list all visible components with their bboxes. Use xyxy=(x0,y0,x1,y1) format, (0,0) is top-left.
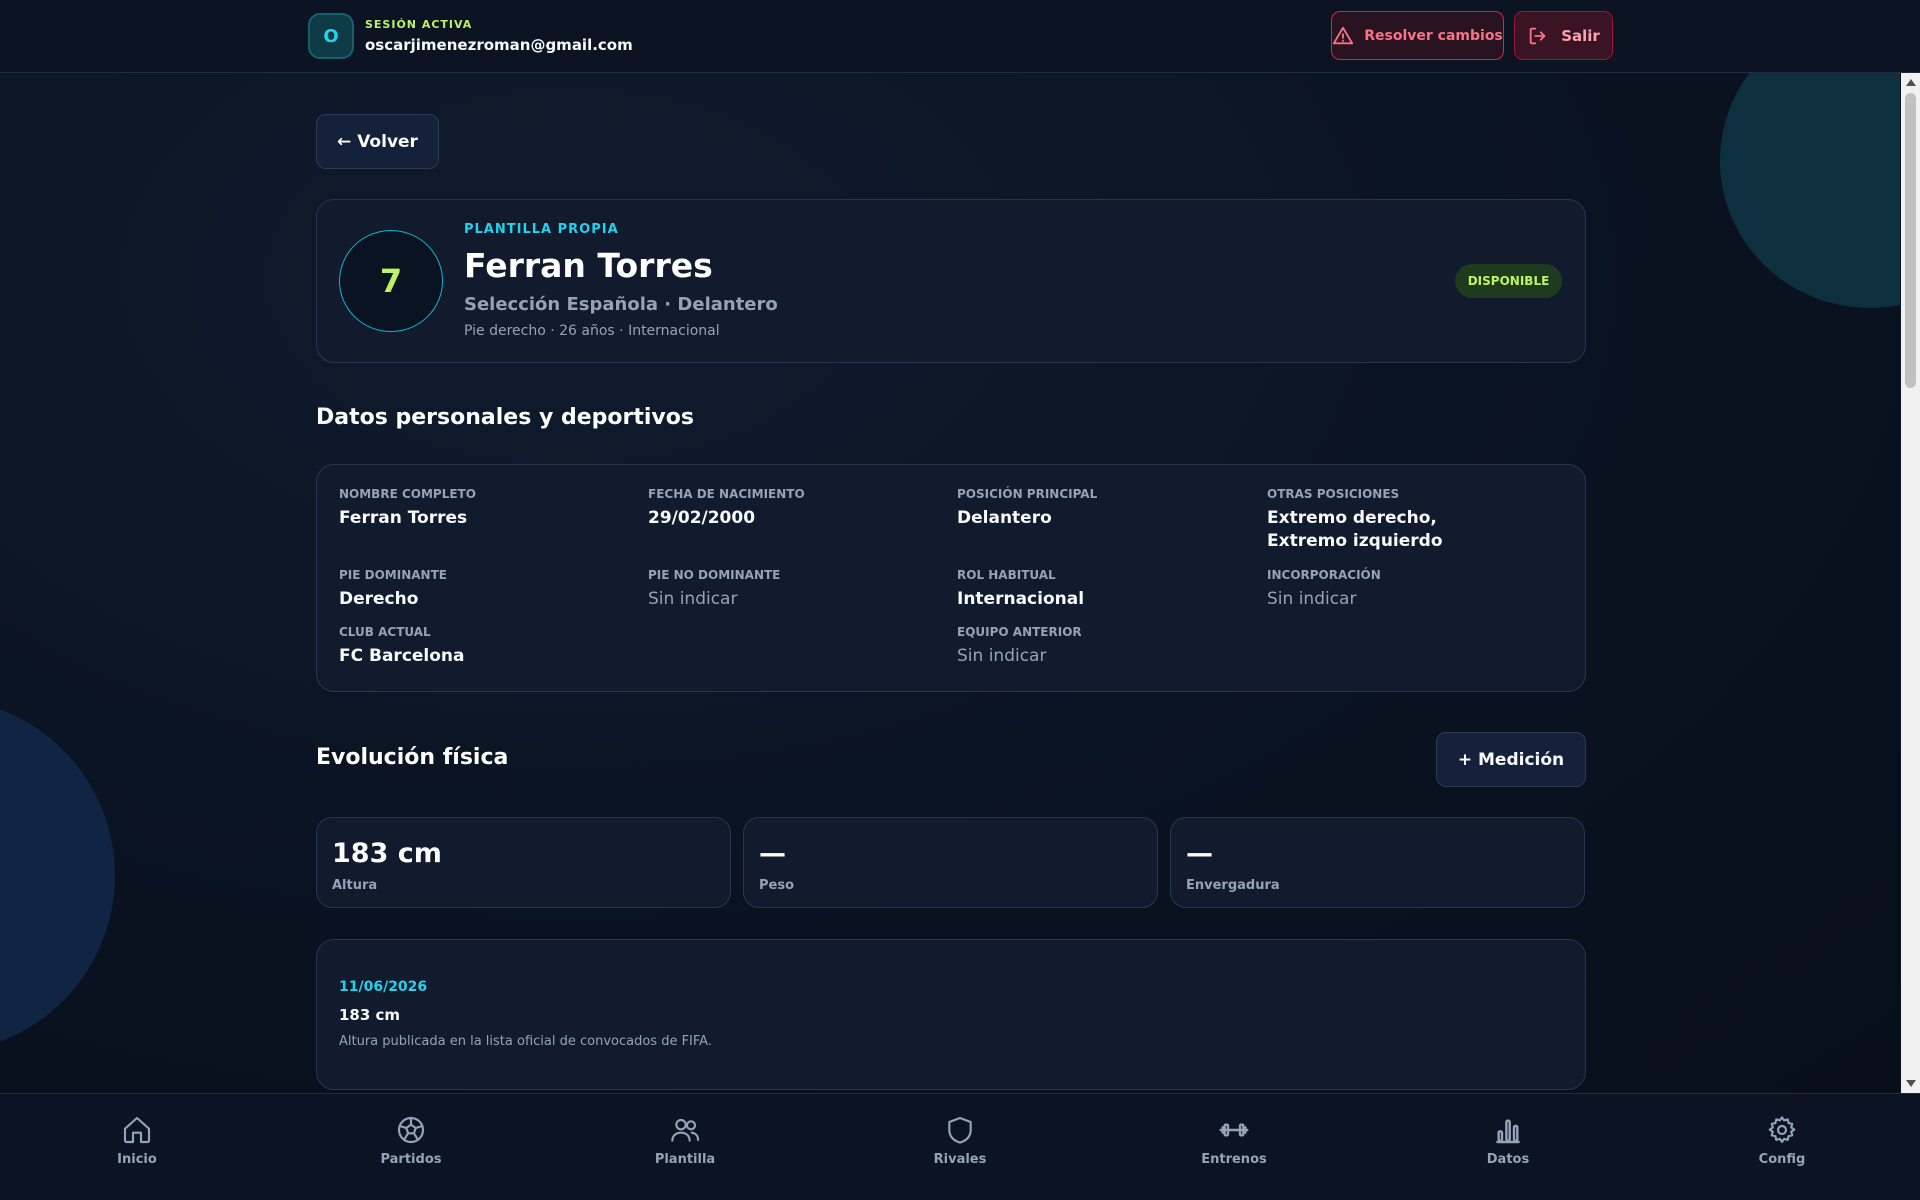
player-subtitle: Selección Española · Delantero xyxy=(464,294,778,315)
measurement-date: 11/06/2026 xyxy=(339,979,428,995)
section-title-physical: Evolución física xyxy=(316,745,509,770)
measurement-value: 183 cm xyxy=(339,1006,401,1024)
section-title-personal: Datos personales y deportivos xyxy=(316,405,694,430)
scroll-thumb[interactable] xyxy=(1905,93,1916,388)
field-label-birth-date: FECHA DE NACIMIENTO xyxy=(648,487,805,501)
metric-value: 183 cm xyxy=(332,838,442,869)
nav-label: Inicio xyxy=(117,1152,157,1167)
field-label-previous-team: EQUIPO ANTERIOR xyxy=(957,625,1082,639)
soccer-ball-icon xyxy=(397,1116,425,1144)
logout-icon xyxy=(1529,27,1546,44)
resolve-changes-button[interactable]: Resolver cambios xyxy=(1331,11,1504,60)
add-measurement-button[interactable]: + Medición xyxy=(1436,732,1586,787)
gear-icon xyxy=(1768,1116,1796,1143)
avatar[interactable]: O xyxy=(308,13,354,59)
field-value-main-position: Delantero xyxy=(957,508,1052,528)
bar-chart-icon xyxy=(1496,1119,1520,1144)
field-label-non-dominant-foot: PIE NO DOMINANTE xyxy=(648,568,781,582)
nav-label: Partidos xyxy=(380,1152,442,1167)
player-number: 7 xyxy=(339,230,443,332)
field-label-full-name: NOMBRE COMPLETO xyxy=(339,487,476,501)
field-label-incorporation: INCORPORACIÓN xyxy=(1267,568,1381,582)
scroll-up-arrow-icon[interactable] xyxy=(1906,79,1916,86)
users-icon xyxy=(671,1118,700,1142)
metric-value: — xyxy=(759,838,786,869)
metric-label: Envergadura xyxy=(1186,878,1280,893)
nav-item-entrenos[interactable]: Entrenos xyxy=(1164,1114,1304,1184)
player-meta: Pie derecho · 26 años · Internacional xyxy=(464,323,720,339)
metric-label: Peso xyxy=(759,878,795,893)
field-label-other-positions: OTRAS POSICIONES xyxy=(1267,487,1400,501)
field-label-dominant-foot: PIE DOMINANTE xyxy=(339,568,447,582)
scrollbar[interactable] xyxy=(1901,73,1920,1093)
nav-item-inicio[interactable]: Inicio xyxy=(67,1114,207,1184)
back-button[interactable]: ← Volver xyxy=(316,114,439,169)
player-name: Ferran Torres xyxy=(464,246,713,285)
top-bar: O SESIÓN ACTIVA oscarjimenezroman@gmail.… xyxy=(0,0,1920,73)
logout-label: Salir xyxy=(1561,26,1600,45)
decorative-circle xyxy=(1720,73,1900,308)
field-value-previous-team: Sin indicar xyxy=(957,646,1047,666)
field-value-usual-role: Internacional xyxy=(957,589,1085,609)
personal-data-card: NOMBRE COMPLETO Ferran Torres FECHA DE N… xyxy=(316,464,1586,692)
field-value-current-club: FC Barcelona xyxy=(339,646,465,666)
field-value-birth-date: 29/02/2000 xyxy=(648,508,756,528)
session-email: oscarjimenezroman@gmail.com xyxy=(365,36,633,54)
nav-label: Datos xyxy=(1486,1152,1530,1167)
nav-label: Plantilla xyxy=(654,1152,716,1167)
dumbbell-icon xyxy=(1219,1123,1249,1137)
squad-label: PLANTILLA PROPIA xyxy=(464,222,619,237)
nav-label: Entrenos xyxy=(1201,1152,1267,1167)
metric-card-weight: — Peso xyxy=(743,817,1158,908)
logout-button[interactable]: Salir xyxy=(1514,11,1613,60)
nav-item-partidos[interactable]: Partidos xyxy=(341,1114,481,1184)
nav-label: Rivales xyxy=(933,1152,987,1167)
warning-icon xyxy=(1333,26,1354,44)
nav-item-rivales[interactable]: Rivales xyxy=(890,1114,1030,1184)
field-value-full-name: Ferran Torres xyxy=(339,508,468,528)
metric-card-height: 183 cm Altura xyxy=(316,817,731,908)
measurement-note: Altura publicada en la lista oficial de … xyxy=(339,1034,712,1049)
field-label-main-position: POSICIÓN PRINCIPAL xyxy=(957,487,1098,501)
status-badge: DISPONIBLE xyxy=(1455,264,1562,298)
metric-card-wingspan: — Envergadura xyxy=(1170,817,1585,908)
field-value-incorporation: Sin indicar xyxy=(1267,589,1357,609)
metric-label: Altura xyxy=(332,878,378,893)
shield-icon xyxy=(948,1116,972,1144)
session-label: SESIÓN ACTIVA xyxy=(365,18,473,31)
metric-value: — xyxy=(1186,838,1213,869)
scroll-down-arrow-icon[interactable] xyxy=(1906,1080,1916,1087)
nav-item-datos[interactable]: Datos xyxy=(1438,1114,1578,1184)
decorative-circle xyxy=(0,698,115,1053)
field-value-other-positions: Extremo derecho, Extremo izquierdo xyxy=(1267,508,1443,551)
nav-item-plantilla[interactable]: Plantilla xyxy=(615,1114,755,1184)
field-value-non-dominant-foot: Sin indicar xyxy=(648,589,738,609)
player-card: 7 PLANTILLA PROPIA Ferran Torres Selecci… xyxy=(316,199,1586,363)
measurement-history-item[interactable]: 11/06/2026 183 cm Altura publicada en la… xyxy=(316,939,1586,1090)
field-label-current-club: CLUB ACTUAL xyxy=(339,625,431,639)
home-icon xyxy=(123,1116,151,1144)
bottom-navigation: Inicio Partidos Plantilla Rivales Entren… xyxy=(0,1093,1920,1200)
field-value-dominant-foot: Derecho xyxy=(339,589,419,609)
nav-item-config[interactable]: Config xyxy=(1712,1114,1852,1184)
resolve-changes-label: Resolver cambios xyxy=(1364,27,1503,44)
nav-label: Config xyxy=(1758,1152,1806,1167)
field-label-usual-role: ROL HABITUAL xyxy=(957,568,1056,582)
